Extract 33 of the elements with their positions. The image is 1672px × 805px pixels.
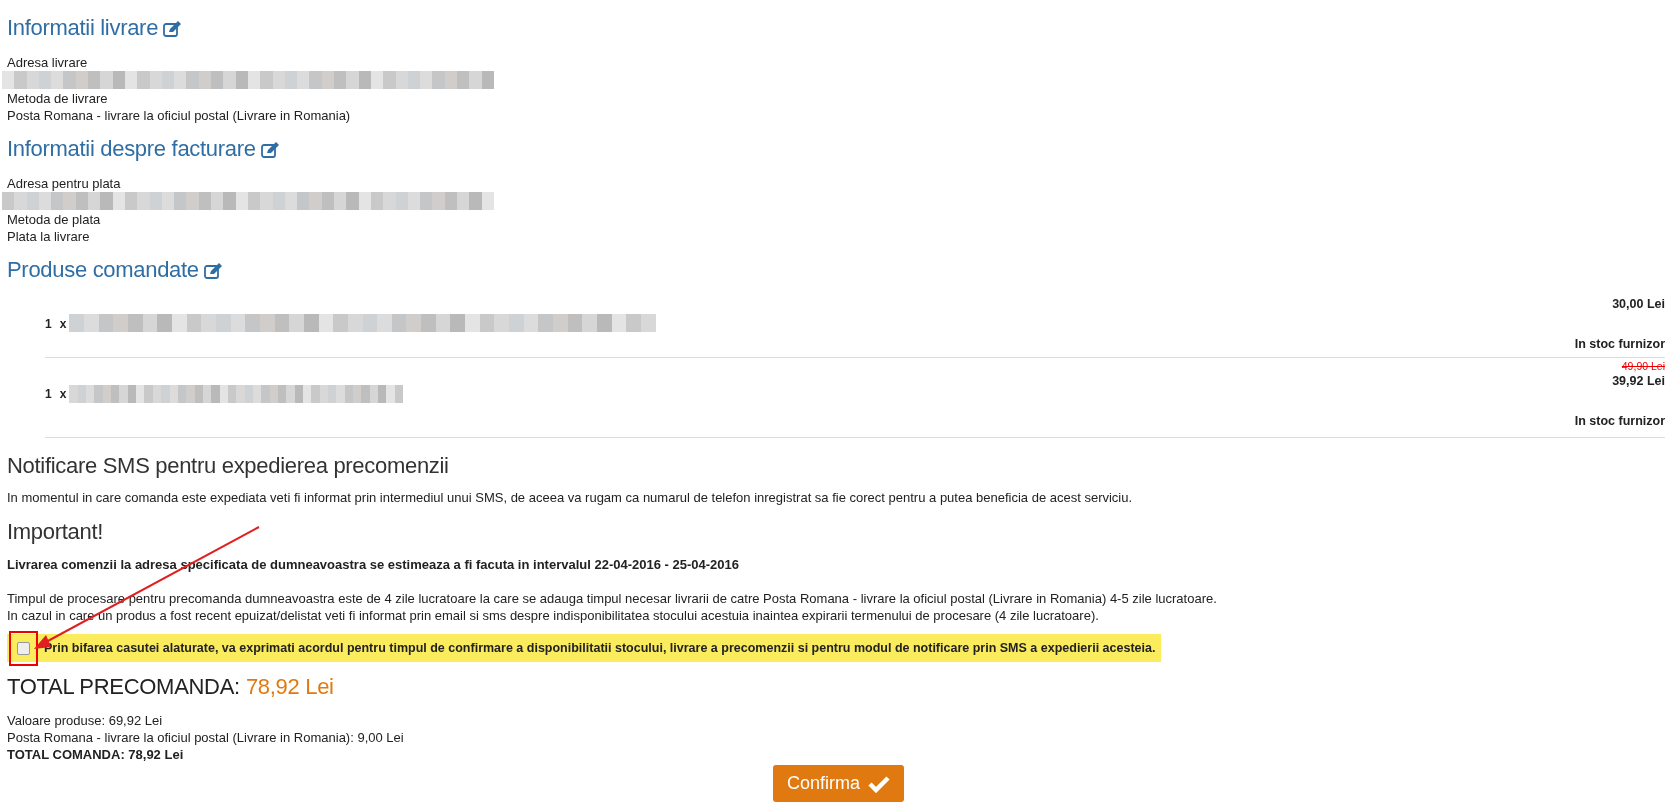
field-label: Metoda de livrare: [7, 90, 108, 107]
price: 39,92 Lei: [1612, 373, 1665, 390]
field-value: Plata la livrare: [7, 228, 90, 245]
total-amount: 78,92 Lei: [245, 673, 334, 701]
times-sign: x: [59, 387, 67, 401]
edit-icon[interactable]: [203, 261, 223, 279]
total-label: TOTAL PRECOMANDA:: [7, 673, 240, 701]
field-label: Metoda de plata: [7, 211, 101, 228]
section-title: Notificare SMS pentru expedierea precomenzii: [7, 452, 449, 480]
field-value: Posta Romana - livrare la oficiul postal (Livrare in Romania): [7, 107, 351, 124]
section-title: Informatii livrare: [7, 14, 159, 42]
section-title: Produse comandate: [7, 256, 199, 284]
confirm-button[interactable]: Confirma: [773, 765, 905, 802]
field-label: Adresa livrare: [7, 54, 88, 71]
field-label: Adresa pentru plata: [7, 175, 121, 192]
section-title: Important!: [7, 518, 104, 546]
price: 30,00 Lei: [1612, 296, 1665, 313]
edit-icon[interactable]: [163, 19, 183, 37]
summary-line: TOTAL COMANDA: 78,92 Lei: [7, 746, 184, 763]
old-price: 49,90 Lei: [1621, 360, 1665, 373]
edit-icon[interactable]: [260, 140, 280, 158]
quantity: 1: [45, 387, 52, 401]
summary-line: Posta Romana - livrare la oficiul postal (Livrare in Romania): 9,00 Lei: [7, 729, 404, 746]
section-title: Informatii despre facturare: [7, 135, 256, 163]
quantity: 1: [45, 316, 52, 331]
summary-line: Valoare produse: 69,92 Lei: [7, 712, 163, 729]
stock-status: In stoc furnizor: [1574, 414, 1665, 428]
times-sign: x: [59, 316, 67, 331]
paragraph: Timpul de procesare pentru precomanda dumneavoastra este de 4 zile lucratoare la care se adauga timpul necesar livrarii de catre Posta Romana - livrare la oficiul postal (Livrare in Romania) 4-5 zile lucratoare.: [7, 590, 1217, 607]
checkbox[interactable]: [17, 641, 30, 655]
stock-status: In stoc furnizor: [1574, 337, 1665, 351]
checkmark-icon: [868, 774, 891, 793]
paragraph: In momentul in care comanda este expediata veti fi informat prin intermediul unui SMS, de aceea va rugam ca numarul de telefon inregistrat sa fie corect pentru a putea beneficia de acest serviciu.: [7, 489, 1133, 506]
